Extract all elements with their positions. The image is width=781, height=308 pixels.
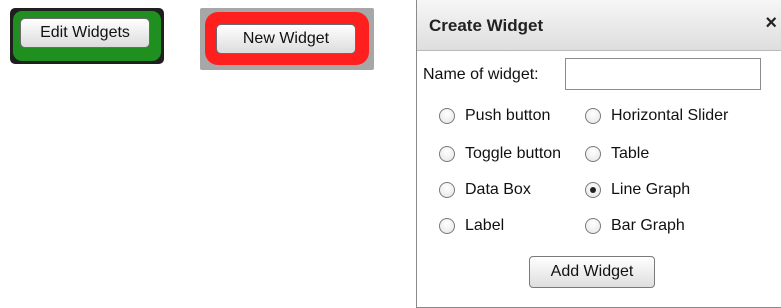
radio-option-toggle-button[interactable]: Toggle button: [439, 144, 561, 164]
radio-option-table[interactable]: Table: [585, 144, 649, 164]
radio-label: Data Box: [465, 181, 531, 198]
radio-icon[interactable]: [439, 218, 455, 234]
radio-label: Bar Graph: [611, 217, 685, 234]
radio-icon[interactable]: [585, 218, 601, 234]
radio-icon[interactable]: [585, 146, 601, 162]
radio-label: Push button: [465, 107, 551, 124]
radio-label: Line Graph: [611, 181, 691, 198]
radio-label: Label: [465, 217, 505, 234]
radio-icon[interactable]: [439, 108, 455, 124]
widget-name-label: Name of widget:: [423, 66, 539, 83]
radio-option-label[interactable]: Label: [439, 216, 504, 236]
dialog-header: Create Widget ×: [417, 0, 781, 51]
radio-option-horizontal-slider[interactable]: Horizontal Slider: [585, 106, 728, 126]
edit-widgets-button[interactable]: Edit Widgets: [20, 18, 150, 48]
radio-label: Horizontal Slider: [611, 107, 729, 124]
edit-widgets-frame: Edit Widgets: [10, 8, 164, 64]
radio-option-push-button[interactable]: Push button: [439, 106, 550, 126]
radio-checked-icon[interactable]: [585, 182, 601, 198]
new-widget-frame: New Widget: [200, 8, 374, 70]
radio-option-bar-graph[interactable]: Bar Graph: [585, 216, 685, 236]
new-widget-button[interactable]: New Widget: [216, 24, 356, 54]
radio-option-line-graph[interactable]: Line Graph: [585, 180, 690, 200]
radio-option-data-box[interactable]: Data Box: [439, 180, 531, 200]
close-icon[interactable]: ×: [765, 12, 777, 34]
radio-icon[interactable]: [439, 146, 455, 162]
add-widget-button[interactable]: Add Widget: [529, 256, 655, 288]
create-widget-dialog: Create Widget × Name of widget: Push but…: [416, 0, 781, 308]
radio-label: Toggle button: [465, 145, 562, 162]
radio-icon[interactable]: [585, 108, 601, 124]
radio-icon[interactable]: [439, 182, 455, 198]
dialog-title: Create Widget: [429, 16, 544, 35]
widget-name-input[interactable]: [565, 58, 761, 90]
radio-label: Table: [611, 145, 650, 162]
